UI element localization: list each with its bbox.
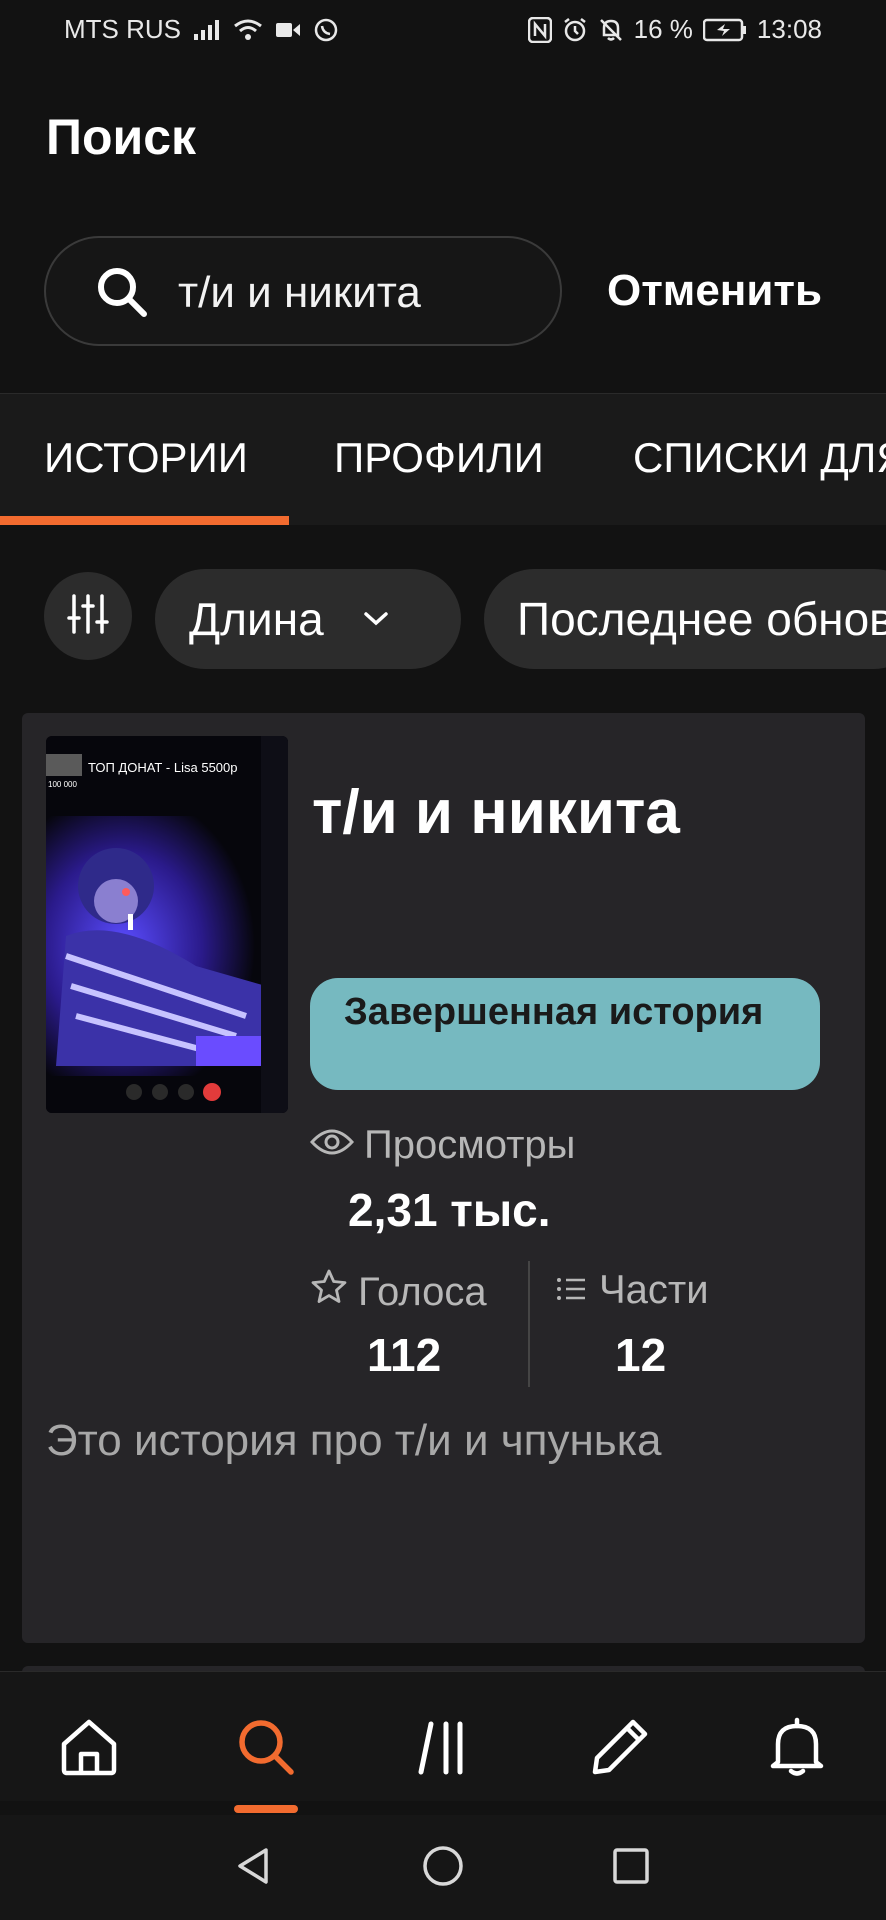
- carrier-label: MTS RUS: [64, 14, 181, 44]
- nav-active-indicator: [234, 1805, 298, 1813]
- length-filter-chip[interactable]: Длина: [155, 569, 461, 669]
- cover-counter: 100 000: [48, 780, 77, 789]
- search-input[interactable]: т/и и никита: [44, 236, 562, 346]
- chevron-down-icon: [362, 610, 390, 628]
- search-icon: [235, 1716, 297, 1781]
- tab-bar: ИСТОРИИ ПРОФИЛИ СПИСКИ ДЛЯ ЧТЕНИЯ: [0, 393, 886, 525]
- bottom-nav: [0, 1671, 886, 1801]
- battery-icon: [702, 18, 747, 42]
- battery-percent: 16 %: [633, 14, 693, 44]
- last-updated-filter-label: Последнее обновление: [517, 593, 886, 645]
- story-description: Это история про т/и и чпунька: [46, 1416, 662, 1465]
- tab-profiles[interactable]: ПРОФИЛИ: [334, 434, 544, 482]
- stat-divider: [528, 1261, 530, 1387]
- tab-reading-lists[interactable]: СПИСКИ ДЛЯ ЧТЕНИЯ: [633, 434, 886, 482]
- list-icon: [555, 1268, 587, 1313]
- parts-value: 12: [615, 1329, 667, 1381]
- parts-label: Части: [599, 1268, 709, 1312]
- home-icon: [58, 1716, 120, 1781]
- story-title[interactable]: т/и и никита: [312, 777, 680, 848]
- status-bar: MTS RUS 16 % 13:08: [0, 0, 886, 60]
- nav-search-button[interactable]: [230, 1712, 302, 1784]
- cover-caption: ТОП ДОНАТ - Lisa 5500р: [88, 760, 238, 775]
- library-icon: [413, 1716, 475, 1781]
- story-cover-image[interactable]: ТОП ДОНАТ - Lisa 5500р 100 000: [46, 736, 288, 1113]
- search-query[interactable]: т/и и никита: [178, 268, 421, 318]
- active-tab-indicator: [0, 516, 289, 525]
- nav-home-button[interactable]: [53, 1712, 125, 1784]
- views-stat: Просмотры: [309, 1123, 576, 1168]
- cancel-button[interactable]: Отменить: [607, 266, 822, 316]
- clock: 13:08: [756, 14, 822, 44]
- video-icon: [275, 21, 301, 39]
- wifi-icon: [233, 18, 263, 42]
- eye-icon: [309, 1123, 355, 1168]
- write-icon: [589, 1716, 651, 1781]
- page-title: Поиск: [46, 109, 197, 165]
- whatsapp-icon: [313, 17, 339, 43]
- votes-stat: Голоса: [310, 1268, 487, 1316]
- alarm-icon: [562, 17, 588, 43]
- search-icon: [94, 264, 150, 325]
- nav-notifications-button[interactable]: [761, 1712, 833, 1784]
- signal-icon: [193, 19, 221, 41]
- status-badge: Завершенная история: [310, 978, 820, 1090]
- star-icon: [310, 1268, 348, 1316]
- nav-library-button[interactable]: [408, 1712, 480, 1784]
- nfc-icon: [527, 16, 552, 43]
- filter-settings-button[interactable]: [44, 572, 132, 660]
- votes-value: 112: [367, 1329, 442, 1381]
- views-value: 2,31 тыс.: [348, 1184, 551, 1236]
- last-updated-filter-chip[interactable]: Последнее обновление: [484, 569, 886, 669]
- home-circle-icon: [421, 1844, 465, 1891]
- back-triangle-icon: [232, 1844, 276, 1891]
- system-recents-button[interactable]: [603, 1839, 659, 1895]
- story-card[interactable]: ТОП ДОНАТ - Lisa 5500р 100 000 т/и и ник…: [22, 713, 865, 1643]
- length-filter-label: Длина: [189, 593, 324, 645]
- parts-stat: Части: [555, 1268, 709, 1313]
- recents-square-icon: [609, 1844, 653, 1891]
- nav-write-button[interactable]: [584, 1712, 656, 1784]
- sliders-icon: [66, 592, 110, 641]
- system-home-button[interactable]: [415, 1839, 471, 1895]
- votes-label: Голоса: [358, 1269, 487, 1314]
- system-back-button[interactable]: [226, 1839, 282, 1895]
- bell-icon: [766, 1716, 828, 1781]
- system-nav-bar: [0, 1815, 886, 1920]
- views-label: Просмотры: [364, 1123, 576, 1167]
- mute-icon: [598, 17, 624, 43]
- tab-stories[interactable]: ИСТОРИИ: [44, 434, 248, 482]
